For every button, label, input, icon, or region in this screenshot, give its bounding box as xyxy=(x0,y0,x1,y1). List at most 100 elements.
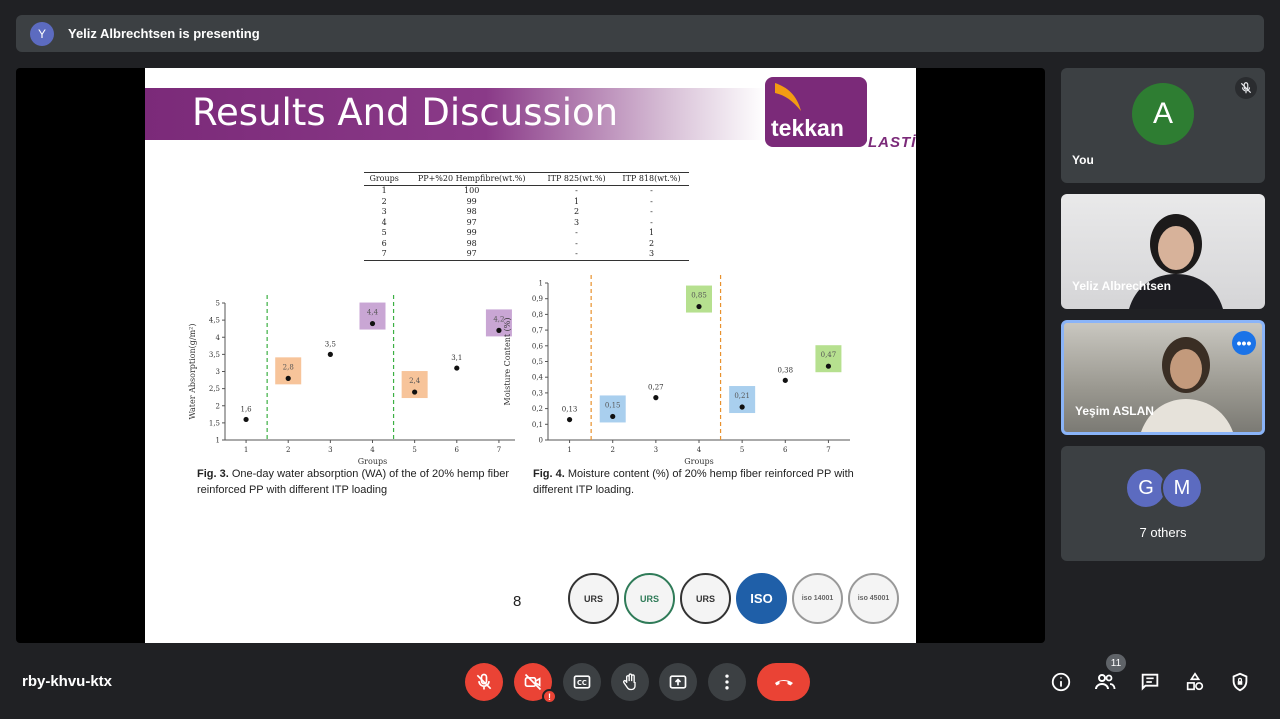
table-cell: - xyxy=(539,249,614,261)
y-tick-label: 1,5 xyxy=(209,419,220,427)
table-cell: - xyxy=(650,207,653,216)
participant-video-icon xyxy=(1141,337,1233,432)
y-tick-label: 4,5 xyxy=(209,317,220,325)
data-label: 3,5 xyxy=(325,340,336,348)
y-tick-label: 0,1 xyxy=(532,421,543,429)
slide-title: Results And Discussion xyxy=(192,91,619,134)
table-row: 2 99 1 - xyxy=(364,197,689,208)
y-tick-label: 1 xyxy=(216,437,220,445)
groups-table: Groups PP+%20 Hempfibre(wt.%) ITP 825(wt… xyxy=(364,172,689,261)
table-row: 6 98 - 2 xyxy=(364,239,689,250)
table-header: ITP 825(wt.%) xyxy=(539,172,614,186)
fig4-label: Fig. 4. xyxy=(533,468,565,480)
more-options-button[interactable]: ••• xyxy=(1232,331,1256,355)
closed-captions-icon: CC xyxy=(573,675,591,689)
y-tick-label: 0,4 xyxy=(532,374,544,382)
more-options-button[interactable] xyxy=(708,663,746,701)
participant-tile-yeliz[interactable]: Yeliz Albrechtsen xyxy=(1061,194,1265,309)
table-cell: 100 xyxy=(464,186,480,195)
people-icon xyxy=(1095,674,1116,690)
table-cell: 99 xyxy=(466,196,477,206)
avatar: M xyxy=(1161,467,1203,509)
others-count: 7 others xyxy=(1139,525,1187,540)
host-controls-button[interactable] xyxy=(1227,669,1253,695)
data-label: 2,8 xyxy=(283,363,294,371)
y-tick-label: 3 xyxy=(216,368,220,376)
meeting-details-button[interactable] xyxy=(1048,669,1074,695)
participant-video-icon xyxy=(1129,214,1223,309)
y-tick-label: 0,3 xyxy=(532,389,543,397)
participant-tile-you[interactable]: A You xyxy=(1061,68,1265,183)
leave-call-button[interactable] xyxy=(757,663,810,701)
moisture-content-chart: 0 0,1 0,2 0,3 0,4 0,5 0,6 0,7 0,8 0,9 1 1 2 3 4 5 6 7 0,13… xyxy=(500,273,870,471)
y-tick-label: 2,5 xyxy=(209,385,220,393)
table-cell: 2 xyxy=(573,207,580,216)
y-tick-label: 4 xyxy=(216,334,221,342)
fig3-text: One-day water absorption (WA) of the of … xyxy=(197,468,510,496)
logo-subtext: PLASTİK xyxy=(857,134,916,151)
table-cell: 3 xyxy=(381,207,387,216)
presenting-text: Yeliz Albrechtsen is presenting xyxy=(68,26,260,41)
hand-icon xyxy=(622,673,636,691)
captions-button[interactable]: CC xyxy=(563,663,601,701)
fig3-label: Fig. 3. xyxy=(197,468,229,480)
table-cell: 1 xyxy=(648,228,655,237)
activities-button[interactable] xyxy=(1182,669,1208,695)
table-body: 1 100- -2 99 1-3 98 2-4 97 3-5 99-1 6 98-2 7 97-3 xyxy=(364,186,689,261)
table-row: 4 97 3 - xyxy=(364,218,689,229)
moisture-content-svg: 0 0,1 0,2 0,3 0,4 0,5 0,6 0,7 0,8 0,9 1 1 2 3 4 5 6 7 0,13… xyxy=(503,275,850,466)
info-icon xyxy=(1051,672,1071,692)
presentation-stage[interactable]: Results And Discussion tekkan PLASTİK Gr… xyxy=(16,68,1045,643)
table-cell: 4 xyxy=(381,217,387,227)
data-point xyxy=(412,389,418,395)
data-label: 0,85 xyxy=(691,292,707,300)
certification-seal: URS xyxy=(568,573,619,624)
table-header: Groups xyxy=(364,172,405,186)
microphone-toggle-button[interactable] xyxy=(465,663,503,701)
table-cell: 98 xyxy=(466,207,477,216)
logo-swoosh-icon xyxy=(775,83,801,111)
participant-tile-yesim[interactable]: ••• Yeşim ASLAN xyxy=(1061,320,1265,435)
data-point xyxy=(285,375,291,381)
svg-text:CC: CC xyxy=(577,679,587,687)
table-row: 5 99 - 1 xyxy=(364,228,689,239)
table-cell: 1 xyxy=(381,186,387,195)
people-button[interactable] xyxy=(1092,669,1118,695)
certification-seal: URS xyxy=(624,573,675,624)
data-label: 3,1 xyxy=(451,354,462,362)
table-row: 7 97-3 xyxy=(364,249,689,261)
table-cell: 98 xyxy=(466,238,477,248)
data-point xyxy=(825,363,832,369)
table-cell: 2 xyxy=(381,196,387,206)
iso-14001-seal: iso 14001 xyxy=(792,573,843,624)
participant-tile-others[interactable]: G M 7 others xyxy=(1061,446,1265,561)
data-point xyxy=(566,416,573,423)
water-absorption-svg: 11,522,533,544,551 2 3 4 5 6 71,62,83,54,42,43… xyxy=(188,295,520,466)
y-tick-label: 0,5 xyxy=(532,358,543,366)
table-cell: 3 xyxy=(573,217,580,227)
table-cell: - xyxy=(650,217,653,227)
x-tick-label: 7 xyxy=(826,446,830,454)
activities-shapes-icon xyxy=(1186,672,1204,691)
table-cell: 97 xyxy=(466,217,477,227)
chat-button[interactable] xyxy=(1137,669,1163,695)
data-label: 0,21 xyxy=(734,392,750,400)
x-tick-label: 5 xyxy=(412,446,416,454)
table-cell: - xyxy=(575,238,578,248)
x-tick-label: 6 xyxy=(455,446,460,454)
present-now-button[interactable] xyxy=(659,663,697,701)
data-label: 2,4 xyxy=(409,377,421,385)
y-axis-label: Water Absorption(g/m²) xyxy=(188,324,197,420)
y-tick-label: 0,7 xyxy=(532,327,543,335)
data-point xyxy=(739,404,745,410)
table-header: PP+%20 Hempfibre(wt.%) xyxy=(404,172,540,186)
mic-off-icon xyxy=(476,673,492,690)
camera-off-icon xyxy=(524,673,542,691)
x-tick-label: 3 xyxy=(654,446,658,454)
iso-45001-seal: iso 45001 xyxy=(848,573,899,624)
camera-toggle-button[interactable]: ! xyxy=(514,663,557,704)
certification-logos: URS URS URS ISO iso 14001 iso 45001 xyxy=(568,573,899,624)
raise-hand-button[interactable] xyxy=(611,663,649,701)
x-axis-label: Groups xyxy=(358,457,387,466)
data-point xyxy=(782,377,788,383)
